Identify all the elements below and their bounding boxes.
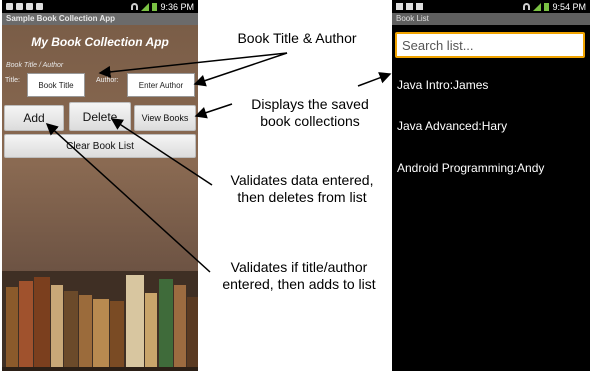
annotation-displays-line2: book collections bbox=[260, 113, 360, 129]
annotation-add-line1: Validates if title/author bbox=[230, 259, 368, 275]
annotation-displays-line1: Displays the saved bbox=[251, 96, 369, 112]
annotation-delete-line2: then deletes from list bbox=[237, 189, 367, 205]
annotation-add-line2: entered, then adds to list bbox=[222, 276, 376, 292]
annotation-displays: Displays the saved book collections bbox=[230, 96, 390, 130]
annotation-delete-line1: Validates data entered, bbox=[230, 172, 374, 188]
annotation-delete: Validates data entered, then deletes fro… bbox=[212, 172, 392, 206]
annotation-title-author: Book Title & Author bbox=[237, 30, 357, 46]
annotation-add: Validates if title/author entered, then … bbox=[206, 259, 392, 293]
